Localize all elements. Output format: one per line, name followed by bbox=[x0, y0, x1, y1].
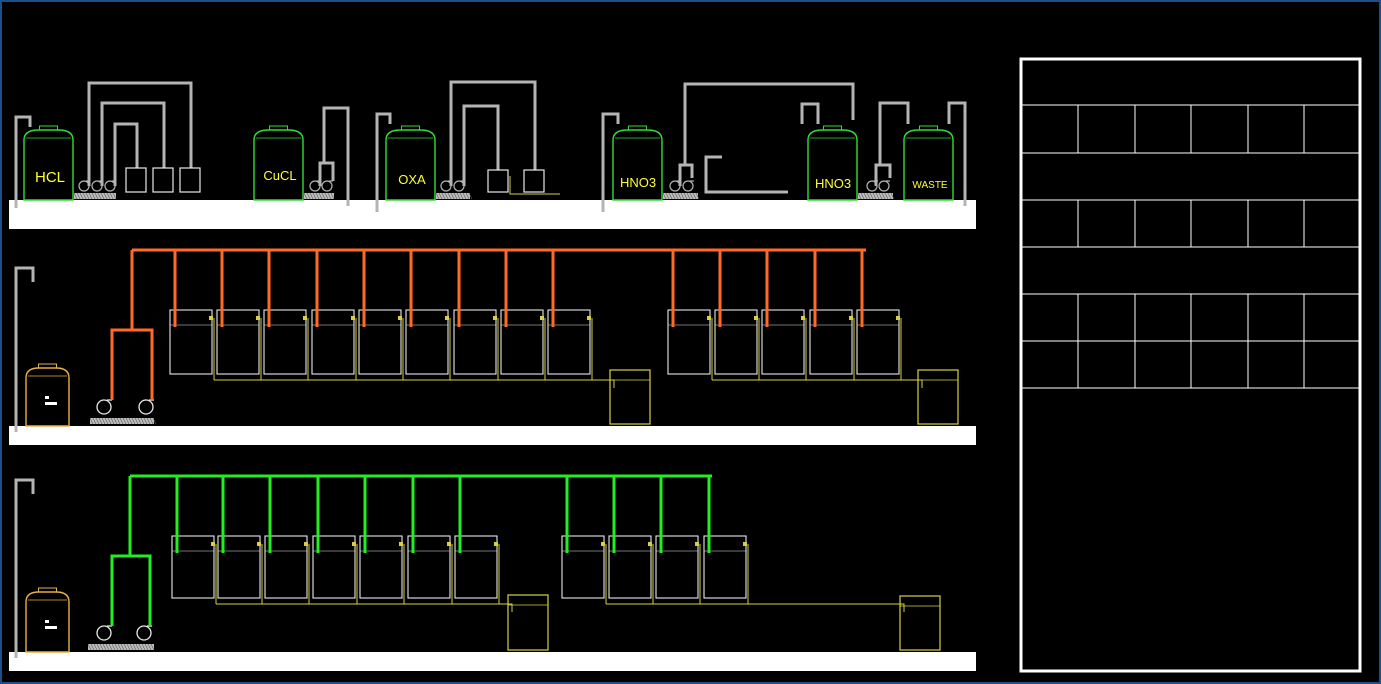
overflow-fitting bbox=[849, 316, 853, 320]
overflow-fitting bbox=[256, 316, 260, 320]
pump-icon bbox=[878, 180, 890, 192]
overflow-fitting bbox=[398, 316, 402, 320]
overflow-fitting bbox=[399, 542, 403, 546]
bath-group-1 bbox=[169, 250, 651, 425]
overflow-fitting bbox=[209, 316, 213, 320]
pipe bbox=[678, 163, 694, 186]
storage-tank-icon bbox=[25, 587, 70, 653]
tank-label-waste: WASTE bbox=[912, 180, 948, 191]
overflow-fitting bbox=[743, 542, 747, 546]
pump-skid bbox=[89, 417, 157, 425]
vent-pipe bbox=[14, 115, 32, 208]
bath-group-2 bbox=[667, 250, 959, 425]
overflow-fitting bbox=[587, 316, 591, 320]
vent-pipe bbox=[800, 102, 820, 124]
dosing-box bbox=[152, 167, 174, 193]
overflow-fitting bbox=[801, 316, 805, 320]
waste-bin-icon bbox=[899, 595, 941, 651]
tank-label-oxa: OXA bbox=[398, 172, 426, 187]
pump-skid bbox=[435, 192, 473, 200]
overflow-fitting bbox=[695, 542, 699, 546]
pump-skid bbox=[303, 192, 335, 200]
overflow-fitting bbox=[601, 542, 605, 546]
dosing-box bbox=[179, 167, 201, 193]
pump-skid bbox=[662, 192, 700, 200]
floor-row-3 bbox=[9, 652, 976, 671]
overflow-fitting bbox=[896, 316, 900, 320]
pump-icon bbox=[682, 180, 694, 192]
waste-bin-icon bbox=[507, 594, 549, 651]
dosing-box bbox=[125, 167, 147, 193]
floor-row-2 bbox=[9, 426, 976, 445]
storage-tank-icon bbox=[25, 363, 70, 427]
row-2-orange-process-line bbox=[14, 248, 959, 432]
storage-tank-icon bbox=[253, 125, 304, 201]
tank-label-hno3-2: HNO3 bbox=[815, 176, 851, 191]
pump-skid bbox=[73, 192, 117, 200]
tank-label-hcl: HCL bbox=[35, 169, 65, 186]
pipe bbox=[100, 101, 166, 186]
pump-icon bbox=[96, 399, 112, 415]
overflow-fitting bbox=[304, 542, 308, 546]
pump-icon bbox=[138, 399, 154, 415]
pipe bbox=[704, 155, 788, 194]
overflow-fitting bbox=[447, 542, 451, 546]
bath-group-1 bbox=[171, 476, 549, 651]
pump-icon bbox=[136, 625, 152, 641]
drain-line bbox=[216, 603, 513, 612]
waste-bin-icon bbox=[609, 369, 651, 425]
overflow-fitting bbox=[257, 542, 261, 546]
row-3-green-process-line bbox=[14, 474, 941, 658]
row-1-chemical-storage: HCL CuCL OXA HNO3 HNO3 WASTE bbox=[14, 80, 967, 212]
overflow-fitting bbox=[303, 316, 307, 320]
drain-line bbox=[509, 176, 560, 195]
vent-pipe bbox=[947, 101, 967, 206]
bath-group-2 bbox=[561, 476, 941, 651]
vent-pipe bbox=[14, 478, 35, 658]
overflow-fitting bbox=[351, 316, 355, 320]
pump-discharge-pipe bbox=[110, 328, 154, 400]
drain-line bbox=[606, 603, 905, 612]
pump-skid bbox=[87, 643, 155, 651]
diagram-canvas: HCL CuCL OXA HNO3 HNO3 WASTE bbox=[9, 57, 1362, 673]
dosing-box bbox=[523, 169, 545, 193]
pump-discharge-pipe bbox=[110, 554, 152, 626]
overflow-fitting bbox=[493, 316, 497, 320]
overflow-fitting bbox=[211, 542, 215, 546]
title-block-table bbox=[1019, 57, 1362, 673]
overflow-fitting bbox=[352, 542, 356, 546]
storage-tank-icon bbox=[23, 125, 74, 201]
vent-pipe bbox=[14, 266, 35, 432]
storage-tank-icon bbox=[385, 125, 436, 201]
overflow-fitting bbox=[754, 316, 758, 320]
overflow-fitting bbox=[648, 542, 652, 546]
drain-line bbox=[712, 379, 923, 388]
pump-icon bbox=[321, 180, 333, 192]
process-line-diagram: HCL CuCL OXA HNO3 HNO3 WASTE bbox=[0, 0, 1381, 684]
pipe bbox=[683, 82, 855, 165]
pump-icon bbox=[96, 625, 112, 641]
dosing-box bbox=[487, 169, 509, 193]
floor-row-1 bbox=[9, 200, 976, 229]
pipe bbox=[462, 104, 500, 186]
overflow-fitting bbox=[707, 316, 711, 320]
overflow-fitting bbox=[540, 316, 544, 320]
pump-skid bbox=[857, 192, 895, 200]
waste-bin-icon bbox=[917, 369, 959, 425]
pipe bbox=[87, 81, 193, 186]
overflow-fitting bbox=[445, 316, 449, 320]
tank-label-cucl: CuCL bbox=[263, 168, 296, 183]
tank-label-hno3-1: HNO3 bbox=[620, 175, 656, 190]
vent-pipe bbox=[601, 112, 620, 212]
drain-line bbox=[214, 379, 615, 388]
vent-pipe bbox=[375, 112, 392, 212]
overflow-fitting bbox=[494, 542, 498, 546]
